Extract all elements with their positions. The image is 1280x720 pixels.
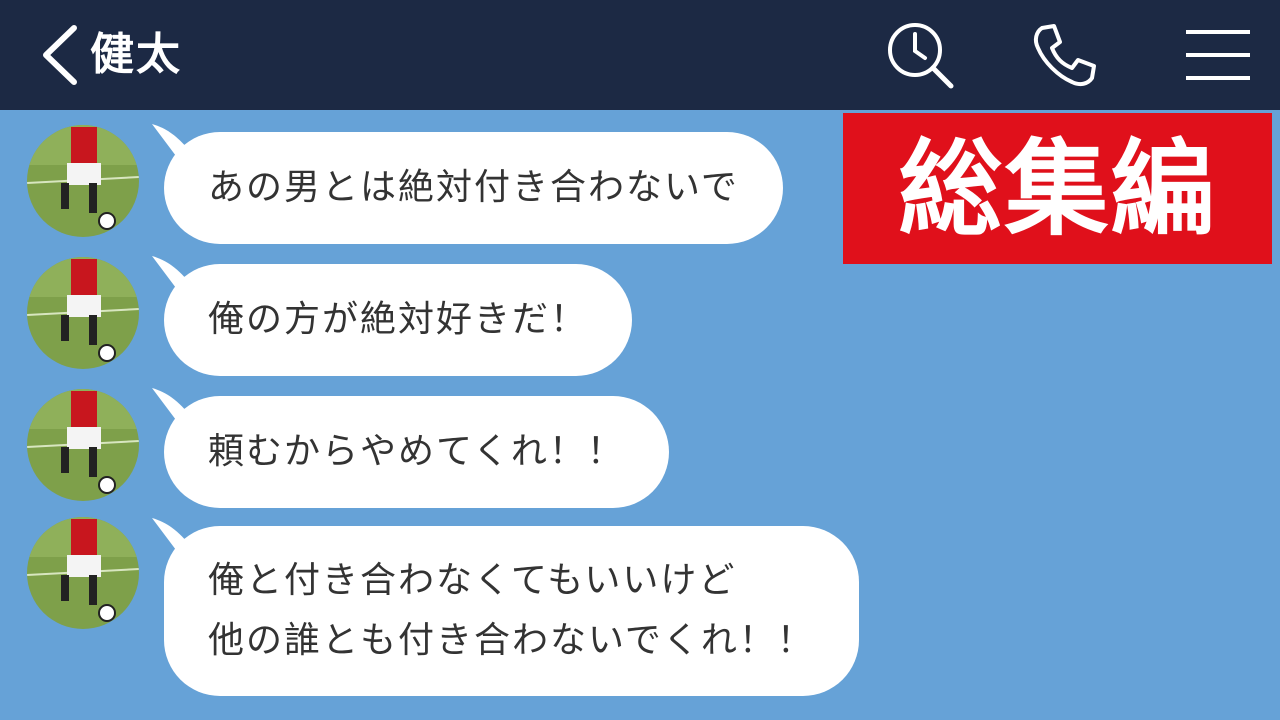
message-text-line: 俺と付き合わなくてもいいけど	[208, 560, 737, 601]
hamburger-menu-icon	[1186, 30, 1250, 80]
clock-search-icon	[888, 23, 954, 89]
phone-icon	[1033, 24, 1096, 87]
call-button[interactable]	[1028, 18, 1102, 92]
menu-button[interactable]	[1180, 18, 1254, 92]
avatar[interactable]	[27, 125, 139, 237]
message-row: あの男とは絶対付き合わないで	[0, 120, 1280, 244]
message-text: あの男とは絶対付き合わないで	[208, 167, 739, 208]
message-bubble: 頼むからやめてくれ！！	[152, 388, 669, 508]
message-bubble: 俺の方が絶対好きだ！	[152, 256, 633, 376]
soccer-player-avatar-icon	[27, 389, 139, 501]
soccer-player-avatar-icon	[27, 257, 139, 369]
bubble-tail	[152, 124, 192, 164]
message-text: 頼むからやめてくれ！！	[208, 431, 625, 472]
soccer-player-avatar-icon	[27, 517, 139, 629]
message-row: 俺の方が絶対好きだ！	[0, 252, 1280, 376]
soccer-player-avatar-icon	[27, 125, 139, 237]
message-row: 俺と付き合わなくてもいいけど 他の誰とも付き合わないでくれ！！	[0, 514, 1280, 696]
message-bubble: あの男とは絶対付き合わないで	[152, 124, 783, 244]
avatar[interactable]	[27, 389, 139, 501]
message-text-line: 他の誰とも付き合わないでくれ！！	[208, 620, 815, 661]
contact-name: 健太	[90, 29, 182, 80]
avatar[interactable]	[27, 257, 139, 369]
avatar[interactable]	[27, 517, 139, 629]
chevron-left-icon	[43, 25, 77, 85]
chat-header: 健太	[0, 0, 1280, 110]
message-bubble: 俺と付き合わなくてもいいけど 他の誰とも付き合わないでくれ！！	[152, 518, 859, 696]
bubble-tail	[152, 518, 192, 558]
message-text: 俺の方が絶対好きだ！	[208, 299, 589, 340]
back-button[interactable]	[36, 22, 86, 88]
bubble-tail	[152, 388, 192, 428]
search-button[interactable]	[883, 18, 957, 92]
bubble-tail	[152, 256, 192, 296]
message-row: 頼むからやめてくれ！！	[0, 384, 1280, 508]
